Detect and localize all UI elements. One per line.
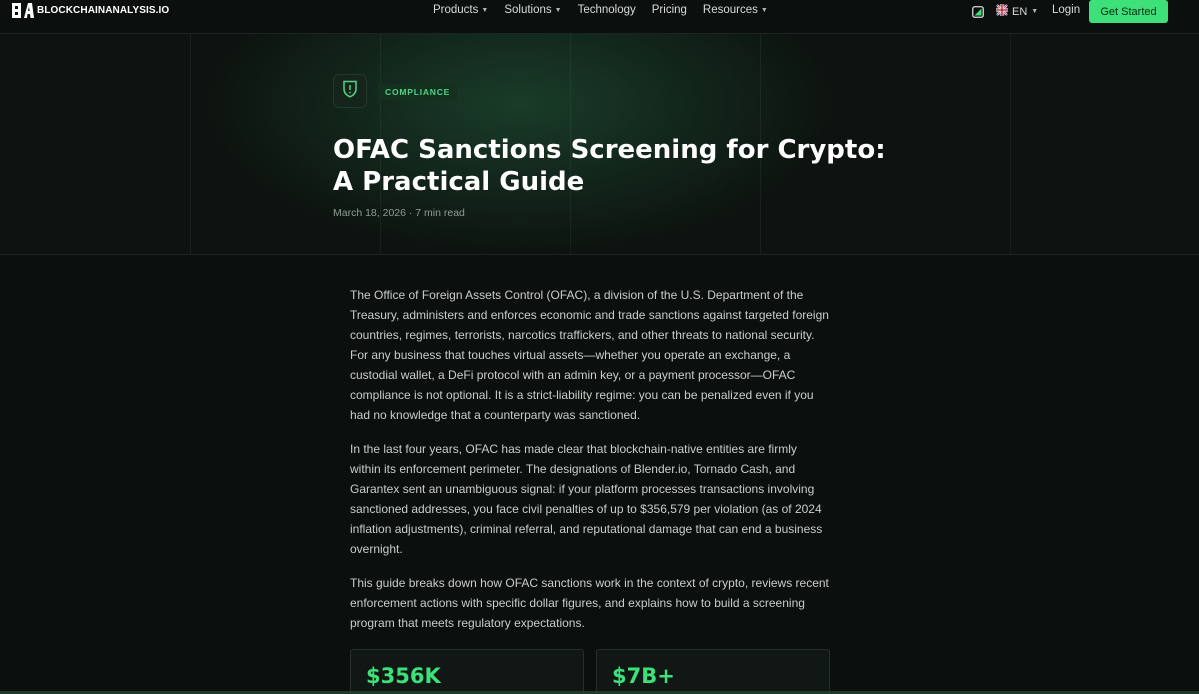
nav-item-label: Resources [702, 4, 758, 16]
grid-line [1010, 34, 1011, 254]
article-body: The Office of Foreign Assets Control (OF… [350, 285, 830, 647]
chevron-down-icon: ▼ [481, 6, 489, 14]
grid-line [190, 34, 191, 254]
language-label: EN [1012, 5, 1028, 18]
nav-item-products[interactable]: Products ▼ [433, 4, 488, 16]
stat-value: $7B+ [612, 664, 675, 688]
category-icon-box [333, 74, 367, 108]
shield-alert-icon [342, 80, 358, 103]
stat-card: $356K [350, 649, 584, 694]
nav-item-pricing[interactable]: Pricing [652, 4, 687, 16]
article-title: OFAC Sanctions Screening for Crypto: A P… [333, 135, 886, 197]
article-paragraph: The Office of Foreign Assets Control (OF… [350, 288, 829, 422]
top-navigation: BLOCKCHAINANALYSIS.IO Products ▼ Solutio… [0, 0, 1199, 24]
stat-cards: $356K $7B+ [350, 649, 830, 694]
chevron-down-icon: ▼ [1031, 8, 1039, 15]
nav-item-solutions[interactable]: Solutions ▼ [504, 4, 561, 16]
page: BLOCKCHAINANALYSIS.IO Products ▼ Solutio… [0, 0, 1199, 694]
nav-item-label: Products [433, 4, 479, 16]
brand-name: BLOCKCHAINANALYSIS.IO [37, 5, 170, 16]
brand-mark-icon [12, 3, 34, 18]
uk-flag-icon [996, 4, 1008, 19]
chevron-down-icon: ▼ [554, 6, 562, 14]
nav-item-label: Pricing [651, 4, 687, 16]
stat-value: $356K [366, 664, 441, 688]
get-started-button[interactable]: Get Started [1089, 0, 1168, 23]
nav-item-label: Solutions [504, 4, 552, 16]
article-paragraph: In the last four years, OFAC has made cl… [350, 442, 823, 556]
article-meta: March 18, 2026 · 7 min read [333, 207, 465, 219]
login-link[interactable]: Login [1052, 4, 1080, 16]
nav-item-label: Technology [577, 4, 636, 16]
article-paragraph: This guide breaks down how OFAC sanction… [350, 576, 829, 630]
article-hero: COMPLIANCE OFAC Sanctions Screening for … [0, 33, 1199, 255]
nav-item-technology[interactable]: Technology [578, 4, 636, 16]
language-selector[interactable]: EN ▼ [996, 4, 1038, 19]
theme-toggle-icon[interactable] [972, 5, 984, 23]
brand-logo[interactable]: BLOCKCHAINANALYSIS.IO [12, 3, 169, 18]
chevron-down-icon: ▼ [760, 6, 768, 14]
nav-item-resources[interactable]: Resources ▼ [703, 4, 768, 16]
stat-card: $7B+ [596, 649, 830, 694]
category-badge[interactable]: COMPLIANCE [378, 84, 458, 100]
main-menu: Products ▼ Solutions ▼ Technology Pricin… [433, 4, 784, 16]
